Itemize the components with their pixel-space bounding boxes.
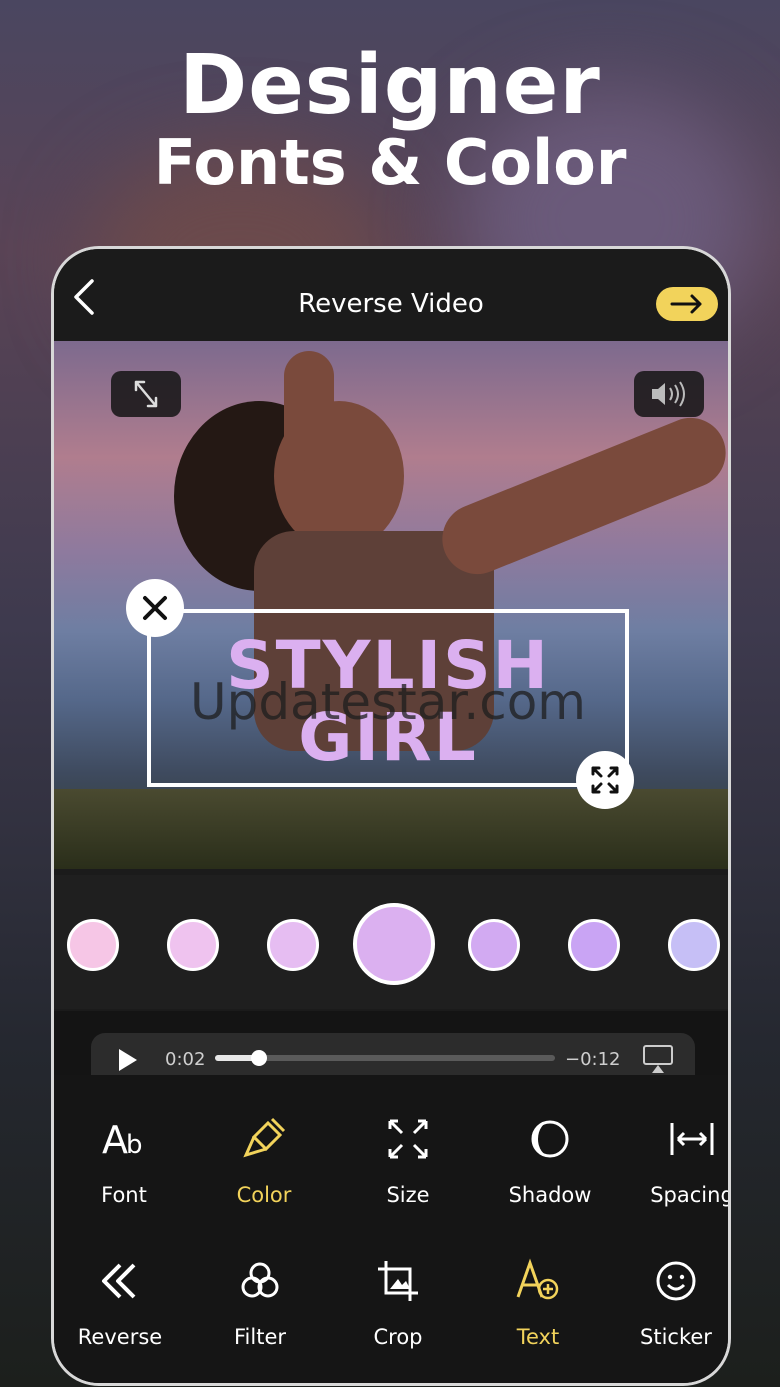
next-button[interactable] xyxy=(656,287,718,321)
seek-bar[interactable] xyxy=(215,1050,555,1066)
resize-icon xyxy=(388,1119,428,1159)
text-overlay-box[interactable]: STYLISH GIRL Updatestar.com xyxy=(147,609,629,787)
tool-shadow[interactable]: Shadow xyxy=(480,1113,620,1207)
tool-label: Crop xyxy=(373,1325,423,1349)
seek-knob[interactable] xyxy=(251,1050,268,1066)
tool-font[interactable]: Ab Font xyxy=(54,1113,194,1207)
arrow-right-icon xyxy=(670,294,702,314)
scale-icon xyxy=(591,766,619,794)
tool-color[interactable]: Color xyxy=(194,1113,334,1207)
tool-sticker[interactable]: Sticker xyxy=(606,1255,728,1349)
rewind-icon xyxy=(102,1263,136,1299)
tool-label: Shadow xyxy=(508,1183,592,1207)
headline-title: Designer xyxy=(179,38,601,133)
tool-reverse[interactable]: Reverse xyxy=(54,1255,190,1349)
play-icon[interactable] xyxy=(113,1045,141,1075)
phone-frame: Reverse Video STYLISH GIRL Updatestar.co… xyxy=(51,246,731,1386)
filter-icon xyxy=(241,1262,279,1298)
tool-label: Spacing xyxy=(650,1183,731,1207)
tool-label: Text xyxy=(516,1325,560,1349)
color-swatch[interactable] xyxy=(167,919,219,971)
speaker-icon xyxy=(652,381,685,407)
color-swatch[interactable] xyxy=(468,919,520,971)
color-swatch[interactable] xyxy=(668,919,720,971)
spacing-icon xyxy=(670,1123,714,1155)
expand-icon xyxy=(134,380,158,408)
resize-text-handle[interactable] xyxy=(576,751,634,809)
smiley-icon xyxy=(656,1261,696,1301)
elapsed-time: 0:02 xyxy=(165,1049,206,1070)
color-swatch[interactable] xyxy=(267,919,319,971)
svg-text:b: b xyxy=(126,1130,143,1160)
photo-subject xyxy=(284,351,334,471)
airplay-icon[interactable] xyxy=(641,1043,675,1075)
svg-text:A: A xyxy=(102,1118,128,1162)
tool-filter[interactable]: Filter xyxy=(190,1255,330,1349)
remaining-time: −0:12 xyxy=(565,1049,621,1070)
crop-icon xyxy=(378,1261,418,1301)
photo-subject xyxy=(431,407,728,585)
remove-text-button[interactable] xyxy=(126,579,184,637)
tool-label: Color xyxy=(236,1183,292,1207)
add-text-icon xyxy=(516,1258,559,1300)
tool-spacing[interactable]: Spacing xyxy=(622,1113,731,1207)
tool-label: Reverse xyxy=(77,1325,163,1349)
color-swatch-selected[interactable] xyxy=(353,903,435,985)
tool-size[interactable]: Size xyxy=(338,1113,478,1207)
paintbrush-icon xyxy=(243,1117,286,1158)
tool-label: Filter xyxy=(233,1325,286,1349)
tool-text[interactable]: Text xyxy=(468,1255,608,1349)
tool-label: Font xyxy=(101,1183,147,1207)
color-swatch[interactable] xyxy=(568,919,620,971)
color-swatch-row xyxy=(54,875,728,1009)
tool-label: Sticker xyxy=(640,1325,712,1349)
tool-panel: Ab Font Color Size Shadow Spacing Reverse Filte… xyxy=(54,1075,731,1383)
fullscreen-button[interactable] xyxy=(111,371,181,417)
headline-subtitle: Fonts & Color xyxy=(153,126,627,199)
color-swatch[interactable] xyxy=(67,919,119,971)
volume-button[interactable] xyxy=(634,371,704,417)
font-icon: Ab xyxy=(102,1118,143,1162)
shadow-icon xyxy=(531,1120,569,1158)
video-preview[interactable]: STYLISH GIRL Updatestar.com xyxy=(54,341,728,869)
tool-label: Size xyxy=(386,1183,430,1207)
tool-crop[interactable]: Crop xyxy=(328,1255,468,1349)
close-icon xyxy=(143,596,167,620)
watermark-text: Updatestar.com xyxy=(189,673,587,731)
top-bar: Reverse Video xyxy=(54,249,728,341)
page-title: Reverse Video xyxy=(298,289,484,319)
